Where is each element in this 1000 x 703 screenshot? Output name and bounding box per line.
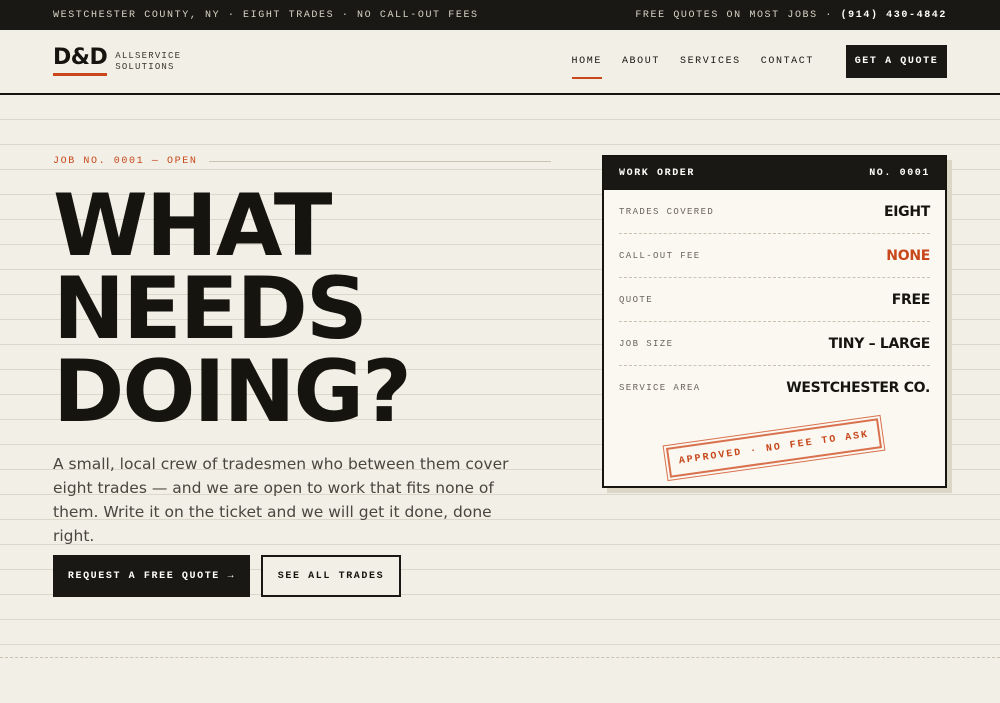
nav-home[interactable]: HOME — [571, 50, 603, 79]
row-value: FREE — [891, 291, 931, 308]
row-value: WESTCHESTER CO. — [786, 380, 930, 396]
headline-line-2: NEEDS — [53, 259, 368, 359]
row-label: SERVICE AREA — [619, 383, 701, 393]
nav-services[interactable]: SERVICES — [680, 50, 741, 73]
row-value: NONE — [886, 247, 930, 264]
work-order-row: QUOTE FREE — [619, 278, 930, 322]
row-value: EIGHT — [883, 203, 930, 220]
hero-headline: WHAT NEEDS DOING? — [53, 176, 412, 442]
headline-line-1: WHAT — [53, 176, 332, 276]
work-order-row: SERVICE AREA WESTCHESTER CO. — [619, 366, 930, 410]
job-tag-label: JOB NO. 0001 — OPEN — [53, 156, 198, 167]
logo-wordmark: ALLSERVICE SOLUTIONS — [115, 51, 181, 73]
site-header: D&D ALLSERVICE SOLUTIONS HOME ABOUT SERV… — [0, 30, 1000, 95]
get-quote-button[interactable]: GET A QUOTE — [846, 45, 947, 78]
quote-phone-info: FREE QUOTES ON MOST JOBS · (914) 430-484… — [635, 10, 947, 21]
work-order-row: JOB SIZE TINY – LARGE — [619, 322, 930, 366]
section-divider — [0, 657, 1000, 658]
work-order-row: TRADES COVERED EIGHT — [619, 190, 930, 234]
main-nav: HOME ABOUT SERVICES CONTACT — [552, 30, 814, 93]
request-quote-button[interactable]: REQUEST A FREE QUOTE → — [53, 555, 250, 597]
see-all-trades-button[interactable]: SEE ALL TRADES — [261, 555, 401, 597]
row-label: CALL-OUT FEE — [619, 250, 701, 261]
work-order-rows: TRADES COVERED EIGHT CALL-OUT FEE NONE Q… — [604, 190, 945, 410]
row-value: TINY – LARGE — [828, 335, 931, 352]
logo[interactable]: D&D ALLSERVICE SOLUTIONS — [53, 45, 181, 76]
job-tag: JOB NO. 0001 — OPEN — [53, 156, 551, 167]
row-label: TRADES COVERED — [619, 206, 715, 217]
logo-line-1: ALLSERVICE — [115, 51, 182, 61]
service-summary: WESTCHESTER COUNTY, NY · EIGHT TRADES · … — [53, 9, 479, 21]
work-order-title: WORK ORDER — [619, 168, 696, 179]
logo-line-2: SOLUTIONS — [115, 62, 175, 72]
job-tag-rule — [209, 161, 551, 162]
top-info-bar: WESTCHESTER COUNTY, NY · EIGHT TRADES · … — [0, 0, 1000, 30]
nav-about[interactable]: ABOUT — [622, 50, 660, 73]
phone-number-link[interactable]: (914) 430-4842 — [841, 10, 947, 21]
row-label: QUOTE — [619, 294, 654, 305]
work-order-row: CALL-OUT FEE NONE — [619, 234, 930, 278]
work-order-header: WORK ORDER NO. 0001 — [604, 157, 945, 190]
row-label: JOB SIZE — [619, 338, 674, 349]
nav-contact[interactable]: CONTACT — [761, 50, 814, 73]
logo-mark: D&D — [53, 45, 108, 76]
hero-lede: A small, local crew of tradesmen who bet… — [53, 455, 509, 545]
headline-line-3: DOING? — [53, 342, 412, 442]
quote-note: FREE QUOTES ON MOST JOBS · — [635, 9, 833, 21]
work-order-number: NO. 0001 — [869, 168, 930, 179]
